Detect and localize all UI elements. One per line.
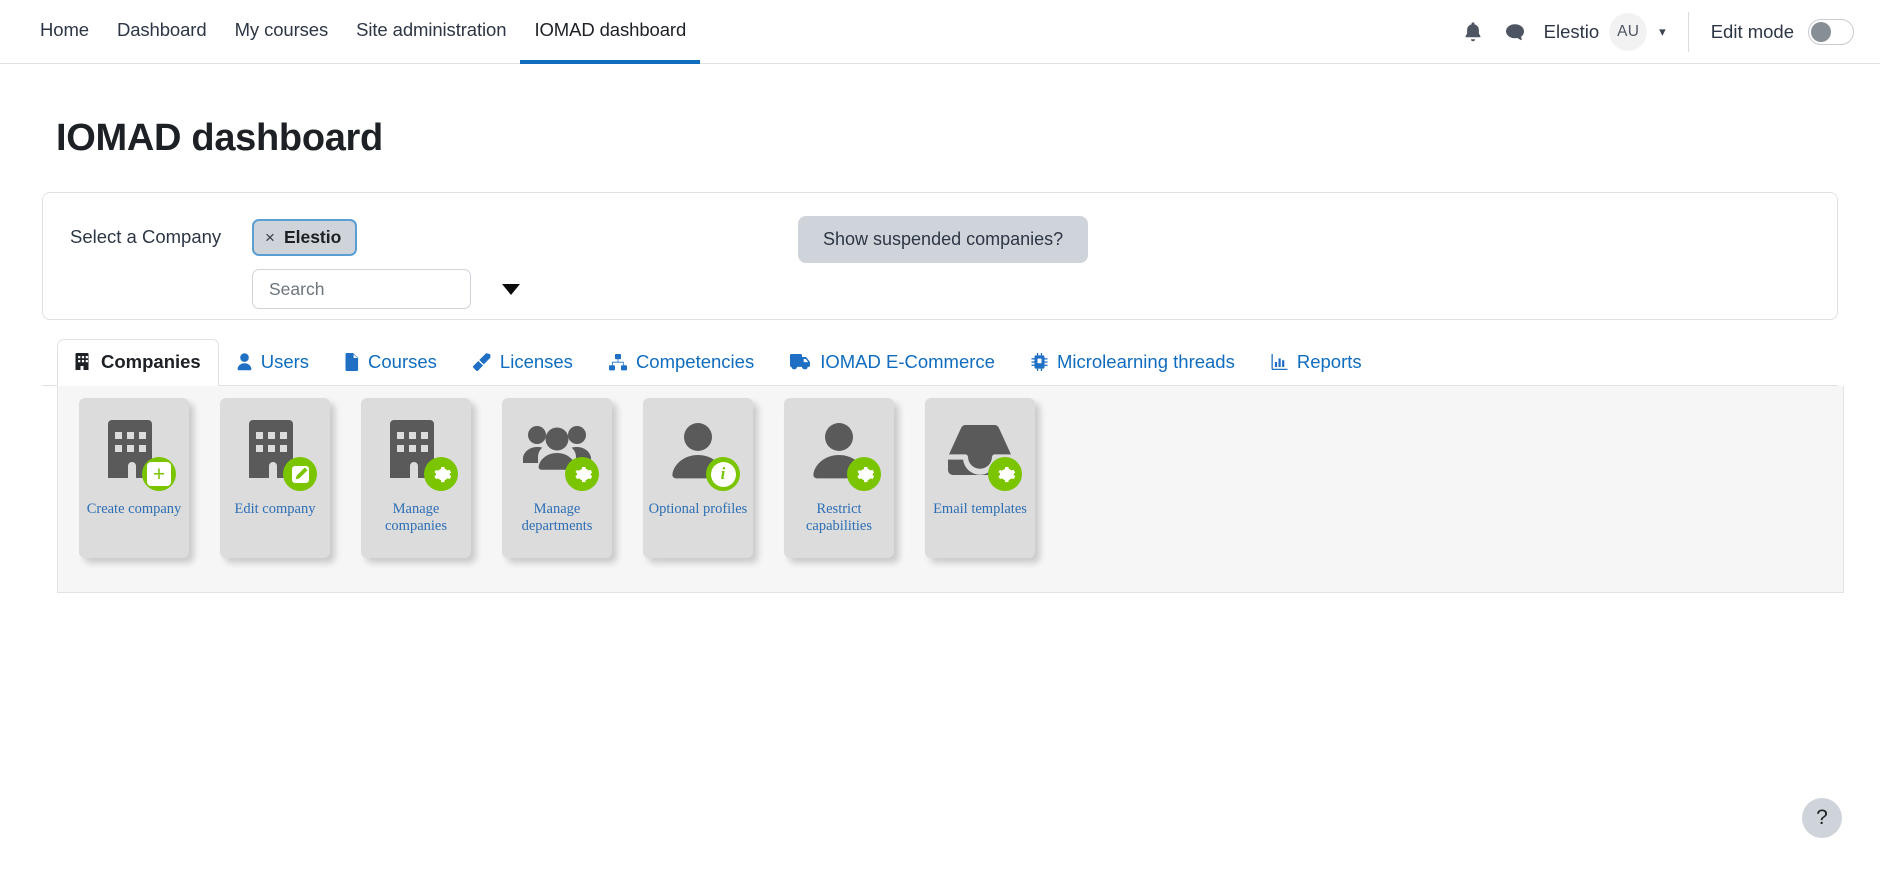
tile-create-company[interactable]: + Create company [79, 398, 189, 558]
pencil-badge [283, 457, 317, 491]
page-body: IOMAD dashboard Select a Company × Elest… [0, 117, 1880, 593]
company-search-input[interactable] [267, 277, 496, 301]
building-icon [75, 353, 92, 371]
caret-down-icon[interactable] [502, 283, 520, 295]
nav-links: Home Dashboard My courses Site administr… [26, 0, 701, 64]
sitemap-icon [608, 353, 627, 371]
inbox-icon [944, 415, 1022, 491]
microchip-icon [1031, 353, 1048, 371]
user-icon [237, 353, 252, 371]
tab-label: Microlearning threads [1056, 351, 1235, 372]
nav-divider [1687, 11, 1689, 52]
tab-label: Courses [368, 351, 437, 372]
tab-label: Competencies [635, 351, 755, 372]
tile-label: Manage departments [521, 501, 593, 535]
users-group-icon [521, 415, 599, 491]
info-badge: i [706, 457, 740, 491]
tab-label: Licenses [499, 351, 573, 372]
truck-icon [790, 354, 811, 370]
company-select-label: Select a Company [70, 226, 222, 247]
nav-item-site-administration[interactable]: Site administration [342, 0, 520, 64]
tab-iomad-e-commerce[interactable]: IOMAD E-Commerce [772, 339, 1013, 386]
tile-manage-departments[interactable]: Manage departments [502, 398, 612, 558]
tab-courses[interactable]: Courses [327, 339, 455, 386]
tile-label: Restrict capabilities [805, 501, 873, 535]
avatar: AU [1609, 12, 1648, 51]
user-name: Elestio [1543, 20, 1600, 42]
nav-item-label: Home [40, 18, 89, 40]
building-icon [380, 415, 458, 491]
edit-mode-control: Edit mode [1710, 18, 1854, 45]
page-title: IOMAD dashboard [56, 117, 383, 159]
nav-user-area: Elestio AU ▾ Edit mode [1456, 9, 1880, 55]
file-icon [345, 353, 359, 371]
chart-bar-icon [1271, 354, 1288, 370]
user-icon [803, 415, 881, 491]
show-suspended-companies-button[interactable]: Show suspended companies? [798, 216, 1089, 263]
tile-edit-company[interactable]: Edit company [220, 398, 330, 558]
user-menu[interactable]: Elestio AU ▾ [1538, 9, 1670, 55]
key-icon [472, 353, 491, 371]
building-icon [239, 415, 317, 491]
toggle-knob [1811, 21, 1831, 42]
nav-item-label: Dashboard [116, 18, 207, 40]
gear-badge [424, 457, 458, 491]
tab-companies[interactable]: Companies [57, 339, 219, 386]
tile-label: Edit company [234, 501, 316, 517]
tab-licenses[interactable]: Licenses [455, 339, 591, 386]
tile-label: Optional profiles [648, 501, 748, 517]
nav-item-dashboard[interactable]: Dashboard [103, 0, 221, 64]
close-icon[interactable]: × [265, 229, 275, 246]
chevron-down-icon: ▾ [1659, 23, 1666, 39]
tile-restrict-capabilities[interactable]: Restrict capabilities [784, 398, 894, 558]
user-icon: i [662, 415, 740, 491]
tile-label: Manage companies [384, 501, 447, 535]
nav-item-label: Site administration [356, 18, 507, 40]
edit-mode-toggle[interactable] [1808, 18, 1854, 45]
companies-tile-panel: + Create company Edit company Manage com… [57, 386, 1844, 593]
tile-email-templates[interactable]: Email templates [925, 398, 1035, 558]
help-button[interactable]: ? [1802, 798, 1842, 838]
tab-label: Reports [1296, 351, 1362, 372]
building-icon: + [98, 415, 176, 491]
primary-navigation-bar: Home Dashboard My courses Site administr… [0, 0, 1880, 64]
selected-company-chip[interactable]: × Elestio [252, 219, 358, 256]
gear-badge [565, 457, 599, 491]
tile-label: Email templates [933, 501, 1027, 517]
bell-icon[interactable] [1456, 15, 1490, 49]
message-icon[interactable] [1498, 15, 1532, 49]
gear-badge [988, 457, 1022, 491]
tile-manage-companies[interactable]: Manage companies [361, 398, 471, 558]
tab-label: IOMAD E-Commerce [820, 351, 995, 372]
selected-company-name: Elestio [283, 227, 342, 247]
tab-label: Users [260, 351, 310, 372]
tile-optional-profiles[interactable]: i Optional profiles [643, 398, 753, 558]
tab-label: Companies [101, 351, 201, 372]
tab-competencies[interactable]: Competencies [591, 339, 772, 386]
nav-item-label: My courses [234, 18, 329, 40]
plus-badge: + [142, 457, 176, 491]
tab-microlearning-threads[interactable]: Microlearning threads [1013, 339, 1253, 386]
gear-badge [847, 457, 881, 491]
tab-users[interactable]: Users [219, 339, 327, 386]
company-select-control: × Elestio [252, 219, 520, 309]
nav-item-label: IOMAD dashboard [534, 18, 687, 40]
nav-item-my-courses[interactable]: My courses [221, 0, 343, 64]
dashboard-tabs: Companies Users Courses Licenses Compete… [42, 338, 1838, 386]
tab-reports[interactable]: Reports [1253, 339, 1380, 386]
nav-item-home[interactable]: Home [26, 0, 103, 64]
company-search-box[interactable] [252, 269, 520, 309]
nav-item-iomad-dashboard[interactable]: IOMAD dashboard [520, 0, 701, 64]
tile-label: Create company [86, 501, 182, 517]
company-select-card: Select a Company × Elestio Show suspende… [42, 192, 1838, 320]
edit-mode-label: Edit mode [1710, 20, 1794, 42]
